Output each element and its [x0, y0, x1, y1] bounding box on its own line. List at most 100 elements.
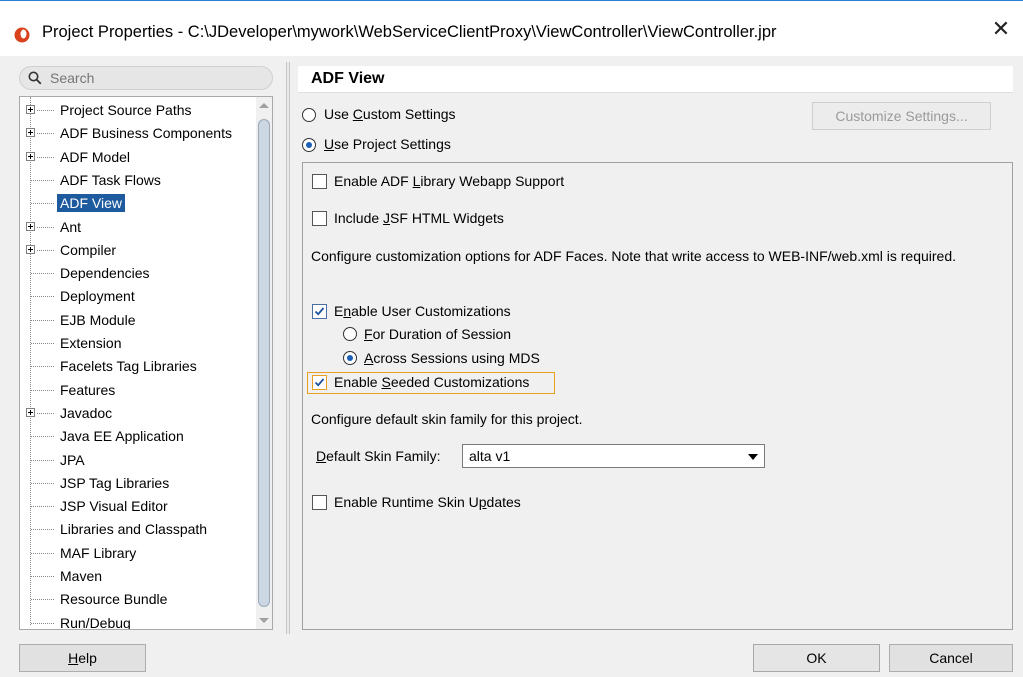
page-title: ADF View [298, 66, 1013, 93]
tree-connector [31, 296, 54, 298]
cancel-button[interactable]: Cancel [889, 644, 1013, 672]
tree-item[interactable]: Compiler [20, 239, 256, 262]
expand-icon[interactable] [26, 221, 35, 231]
tree-item[interactable]: Resource Bundle [20, 588, 256, 611]
close-icon[interactable]: ✕ [987, 15, 1015, 43]
default-skin-family-select[interactable]: alta v1 [462, 444, 765, 468]
tree-connector [31, 389, 54, 391]
search-input[interactable] [50, 69, 265, 87]
tree-item[interactable]: Dependencies [20, 262, 256, 285]
expand-icon[interactable] [26, 105, 35, 114]
use-project-settings-radio[interactable] [302, 138, 316, 152]
expand-icon[interactable] [26, 151, 35, 161]
expand-icon[interactable] [26, 244, 35, 254]
tree-item[interactable]: ADF Business Components [20, 122, 256, 145]
enable-adf-library-checkbox[interactable] [312, 174, 327, 189]
tree-item[interactable]: MAF Library [20, 542, 256, 565]
tree-connector [31, 576, 54, 577]
use-custom-settings-label[interactable]: Use Custom Settings [324, 106, 456, 123]
tree-item-label: JSP Visual Editor [60, 498, 168, 515]
tree-item[interactable]: JPA [20, 449, 256, 472]
tree-item-label: Deployment [60, 288, 135, 305]
scroll-down-icon[interactable] [259, 618, 269, 623]
tree-item[interactable]: Deployment [20, 285, 256, 308]
tree-item[interactable]: Javadoc [20, 402, 256, 425]
enable-user-customizations-checkbox[interactable] [312, 304, 327, 319]
tree-item[interactable]: Ant [20, 216, 256, 239]
tree-item[interactable]: ADF Model [20, 146, 256, 169]
use-project-settings-label[interactable]: Use Project Settings [324, 136, 451, 153]
enable-user-customizations-label[interactable]: Enable User Customizations [334, 303, 511, 320]
tree-item-label: MAF Library [60, 544, 137, 561]
help-button[interactable]: Help [19, 644, 146, 672]
tree-item[interactable]: Run/Debug [20, 612, 256, 629]
default-skin-family-value: alta v1 [469, 448, 511, 464]
enable-adf-library-label[interactable]: Enable ADF Library Webapp Support [334, 173, 564, 190]
tree-connector [37, 226, 54, 228]
tree-item[interactable]: Features [20, 379, 256, 402]
category-tree[interactable]: Project Source Paths ADF Business Compone… [19, 96, 273, 630]
tree-connector [31, 343, 54, 344]
tree-item[interactable]: JSP Tag Libraries [20, 472, 256, 495]
tree-item[interactable]: ADF View [20, 192, 256, 215]
tree-item[interactable]: Maven [20, 565, 256, 588]
tree-item[interactable]: Project Source Paths [20, 99, 256, 122]
help-button-text: Help [68, 650, 97, 666]
tree-item[interactable]: ADF Task Flows [20, 169, 256, 192]
tree-item[interactable]: Facelets Tag Libraries [20, 355, 256, 378]
tree-item[interactable]: Libraries and Classpath [20, 518, 256, 541]
tree-item-label: Features [60, 381, 116, 398]
tree-connector [31, 366, 54, 368]
across-sessions-mds-radio[interactable] [343, 351, 357, 365]
tree-item-label: Dependencies [60, 265, 150, 282]
use-project-settings-text: Use Project Settings [324, 136, 451, 152]
chevron-down-icon[interactable] [748, 454, 758, 460]
default-skin-family-label: Default Skin Family: [316, 448, 441, 465]
tree-item[interactable]: JSP Visual Editor [20, 495, 256, 518]
panel-splitter[interactable] [286, 62, 290, 634]
use-custom-settings-radio[interactable] [302, 108, 316, 122]
tree-item-label: Extension [60, 335, 122, 351]
scroll-up-icon[interactable] [259, 103, 269, 108]
tree-connector [31, 436, 54, 438]
tree-item-label: JSP Tag Libraries [60, 474, 170, 491]
ok-button[interactable]: OK [753, 644, 880, 672]
tree-item-label: ADF Business Components [60, 125, 232, 142]
customization-note: Configure customization options for ADF … [311, 248, 957, 264]
expand-icon[interactable] [26, 128, 35, 138]
tree-connector [37, 133, 54, 135]
enable-runtime-skin-updates-checkbox[interactable] [312, 495, 327, 510]
tree-item-label: Resource Bundle [60, 591, 168, 608]
across-sessions-mds-text: Across Sessions using MDS [364, 350, 540, 366]
default-skin-family-text: Default Skin Family: [316, 448, 441, 464]
tree-connector [37, 110, 54, 111]
tree-item[interactable]: Java EE Application [20, 425, 256, 448]
tree-item-label: Java EE Application [60, 428, 184, 445]
across-sessions-mds-label[interactable]: Across Sessions using MDS [364, 350, 540, 367]
tree-item[interactable]: Extension [20, 332, 256, 355]
tree-item-label: Maven [60, 568, 103, 584]
tree-item-label: ADF Model [60, 148, 131, 165]
tree-connector [31, 179, 54, 181]
search-box[interactable] [19, 66, 273, 90]
for-duration-of-session-radio[interactable] [343, 327, 357, 341]
tree-connector [31, 599, 54, 601]
include-jsf-html-label[interactable]: Include JSF HTML Widgets [334, 210, 504, 227]
tree-item-label: JPA [60, 451, 85, 468]
tree-item-label: Javadoc [60, 404, 113, 421]
enable-seeded-customizations-label[interactable]: Enable Seeded Customizations [334, 374, 529, 391]
enable-seeded-customizations-checkbox[interactable] [312, 375, 327, 390]
scrollbar-thumb[interactable] [258, 119, 270, 607]
tree-item[interactable]: EJB Module [20, 309, 256, 332]
tree-connector [37, 249, 54, 251]
tree-item-label: ADF View [57, 194, 125, 213]
for-duration-of-session-label[interactable]: For Duration of Session [364, 326, 511, 343]
window-title: Project Properties - C:\JDeveloper\mywor… [42, 23, 777, 41]
enable-runtime-skin-updates-label[interactable]: Enable Runtime Skin Updates [334, 494, 521, 511]
tree-scrollbar[interactable] [256, 97, 272, 629]
include-jsf-html-checkbox[interactable] [312, 211, 327, 226]
tree-connector [31, 552, 54, 554]
tree-item-label: EJB Module [60, 311, 136, 328]
customize-settings-button[interactable]: Customize Settings... [812, 102, 991, 130]
expand-icon[interactable] [26, 407, 35, 417]
